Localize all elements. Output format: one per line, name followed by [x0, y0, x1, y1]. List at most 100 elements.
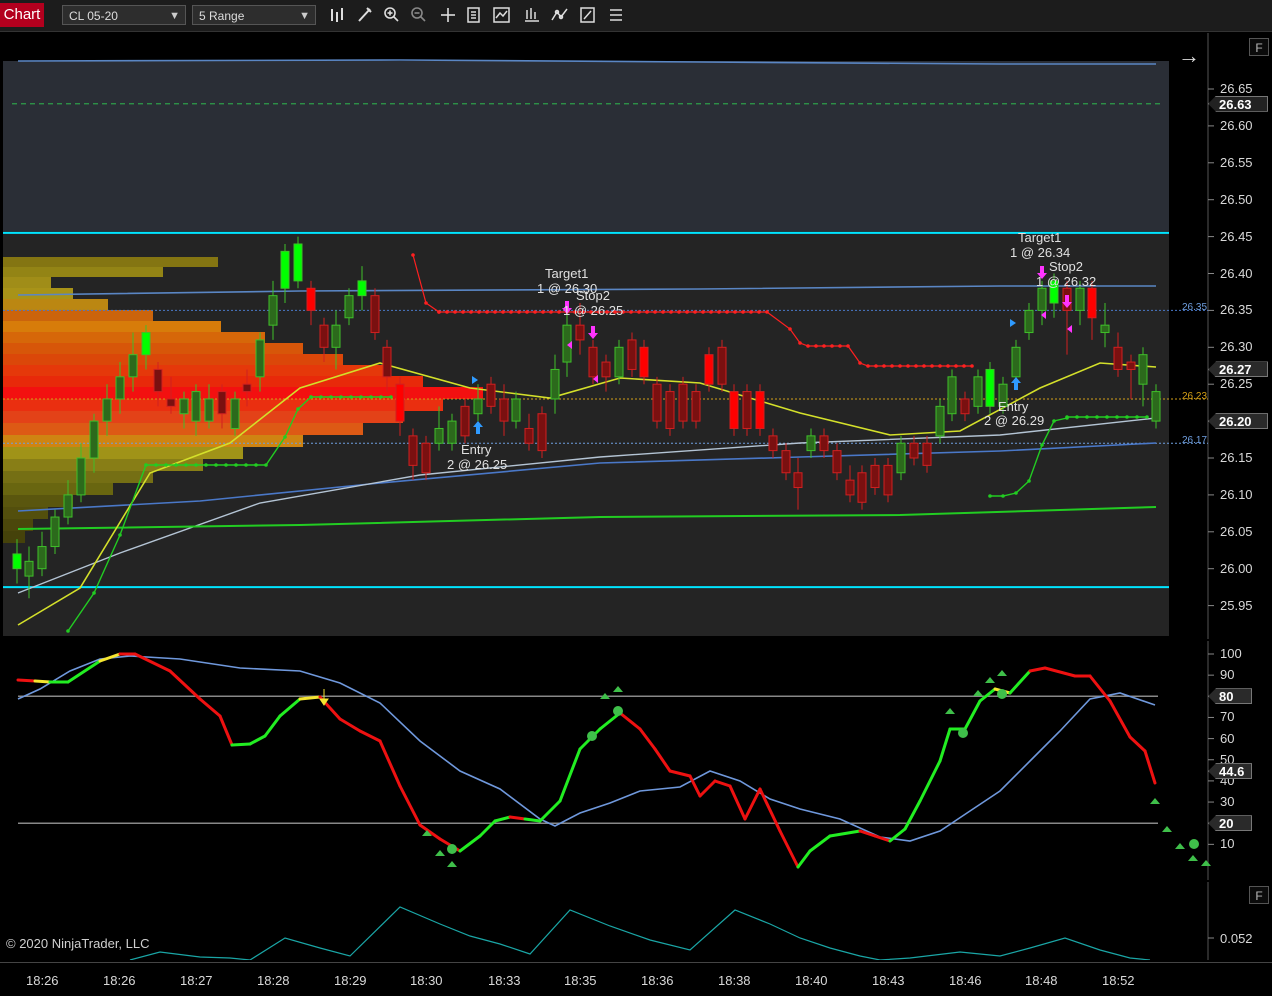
- long-trail-dot: [389, 395, 393, 399]
- period-selector[interactable]: 5 Range ▼: [192, 5, 316, 25]
- navigate-arrow-icon[interactable]: →: [1178, 43, 1200, 69]
- candle-up: [985, 368, 995, 407]
- stop-trail-dot: [788, 327, 792, 331]
- candle-down: [909, 442, 919, 459]
- bars-type-icon[interactable]: [327, 5, 349, 25]
- stop-trail-dot: [741, 310, 745, 314]
- stop-trail-dot: [437, 310, 441, 314]
- candle-up: [357, 280, 367, 297]
- stop-trail-dot: [411, 253, 415, 257]
- candle-down: [678, 383, 688, 422]
- zoom-in-icon[interactable]: [381, 5, 403, 25]
- long-trail-dot: [1027, 479, 1031, 483]
- candle-up: [268, 295, 278, 326]
- volume-profile-bar: [3, 376, 423, 387]
- oscillator-line-segment: [298, 695, 322, 701]
- entry-fill-left: 2 @ 26.25: [447, 457, 508, 472]
- zoom-out-icon[interactable]: [408, 5, 430, 25]
- indicators-icon[interactable]: [521, 5, 543, 25]
- stop-trail-dot: [970, 364, 974, 368]
- price-tick-label: 26.65: [1220, 81, 1253, 96]
- stop-trail-dot: [645, 310, 649, 314]
- oscillator-line-segment: [230, 742, 252, 747]
- chevron-down-icon: ▼: [299, 10, 310, 22]
- price-chart[interactable]: [0, 33, 1272, 639]
- instrument-selector[interactable]: CL 05-20 ▼: [62, 5, 186, 25]
- candle-up: [1138, 354, 1148, 385]
- data-series-icon[interactable]: [491, 5, 513, 25]
- crosshair-icon[interactable]: [437, 5, 459, 25]
- long-trail-dot: [369, 395, 373, 399]
- strategies-icon[interactable]: [549, 5, 571, 25]
- long-trail-dot: [329, 395, 333, 399]
- oscillator-chart[interactable]: [0, 641, 1272, 880]
- candle-down: [960, 398, 970, 415]
- candle-down: [832, 450, 842, 474]
- candle-up: [1024, 309, 1034, 334]
- candle-down: [639, 346, 649, 378]
- candle-up: [115, 376, 125, 400]
- long-trail-dot: [1115, 415, 1119, 419]
- osc-tick-label: 70: [1220, 709, 1235, 725]
- long-trail-dot: [379, 395, 383, 399]
- chart-tab[interactable]: Chart: [0, 3, 44, 27]
- time-tick-label: 18:27: [180, 973, 213, 988]
- panel-settings-button[interactable]: F: [1249, 38, 1269, 56]
- candle-up: [63, 494, 73, 518]
- volume-profile-bar: [3, 531, 25, 543]
- stop-trail-dot: [822, 344, 826, 348]
- stop-trail-dot: [906, 364, 910, 368]
- stop-trail-dot: [922, 364, 926, 368]
- candle-down: [793, 472, 803, 489]
- candle-down: [537, 413, 547, 452]
- candle-down: [319, 324, 329, 348]
- candle-up: [896, 442, 906, 474]
- stop-trail-dot: [914, 364, 918, 368]
- long-trail-dot: [154, 463, 158, 467]
- candle-up: [37, 546, 47, 570]
- long-trail-dot: [319, 395, 323, 399]
- stop-trail-dot: [858, 361, 862, 365]
- time-tick-label: 18:43: [872, 973, 905, 988]
- price-tag: 26.27: [1208, 361, 1268, 378]
- osc-tag: 20: [1208, 815, 1252, 832]
- candle-down: [652, 383, 662, 422]
- properties-icon[interactable]: [464, 5, 486, 25]
- candle-up: [1075, 287, 1085, 311]
- candle-up: [230, 398, 240, 429]
- volume-profile-bar: [3, 483, 113, 495]
- candle-down: [857, 472, 867, 503]
- candle-down: [460, 405, 470, 437]
- volume-profile-bar: [3, 435, 303, 447]
- candle-down: [499, 398, 509, 422]
- stop-trail-dot: [874, 364, 878, 368]
- candle-down: [486, 383, 496, 407]
- stop-trail-dot: [838, 344, 842, 348]
- lower-panel-settings-button[interactable]: F: [1249, 886, 1269, 904]
- plot-upper-shade: [3, 61, 1169, 231]
- entry-label-left: Entry: [461, 442, 492, 457]
- chart-trader-icon[interactable]: [577, 5, 599, 25]
- stop-trail-dot: [525, 310, 529, 314]
- lower-indicator-chart[interactable]: [0, 882, 1272, 960]
- candle-down: [575, 324, 585, 341]
- candle-up: [191, 391, 201, 422]
- copyright: © 2020 NinjaTrader, LLC: [6, 936, 150, 951]
- lower-indicator-panel[interactable]: F 0.052 © 2020 NinjaTrader, LLC: [0, 882, 1272, 960]
- cross-marker: [613, 706, 623, 716]
- candle-up: [128, 354, 138, 378]
- candle-up: [204, 398, 214, 422]
- pencil-icon[interactable]: [354, 5, 376, 25]
- candle-down: [370, 295, 380, 334]
- oscillator-panel[interactable]: 100908070605040302010 8044.620: [0, 641, 1272, 880]
- volume-profile-bar: [3, 411, 403, 423]
- candle-down: [306, 287, 316, 311]
- line-value-label: 26.17: [1182, 435, 1208, 447]
- price-panel[interactable]: F → 26.65 26.60 26.55 26.50 26.45 26.40 26.35 2…: [0, 33, 1272, 639]
- long-trail-dot: [174, 463, 178, 467]
- time-tick-label: 18:40: [795, 973, 828, 988]
- long-trail-dot: [254, 463, 258, 467]
- menu-lines-icon[interactable]: [605, 5, 627, 25]
- candle-up: [1151, 391, 1161, 422]
- candle-down: [1113, 346, 1123, 370]
